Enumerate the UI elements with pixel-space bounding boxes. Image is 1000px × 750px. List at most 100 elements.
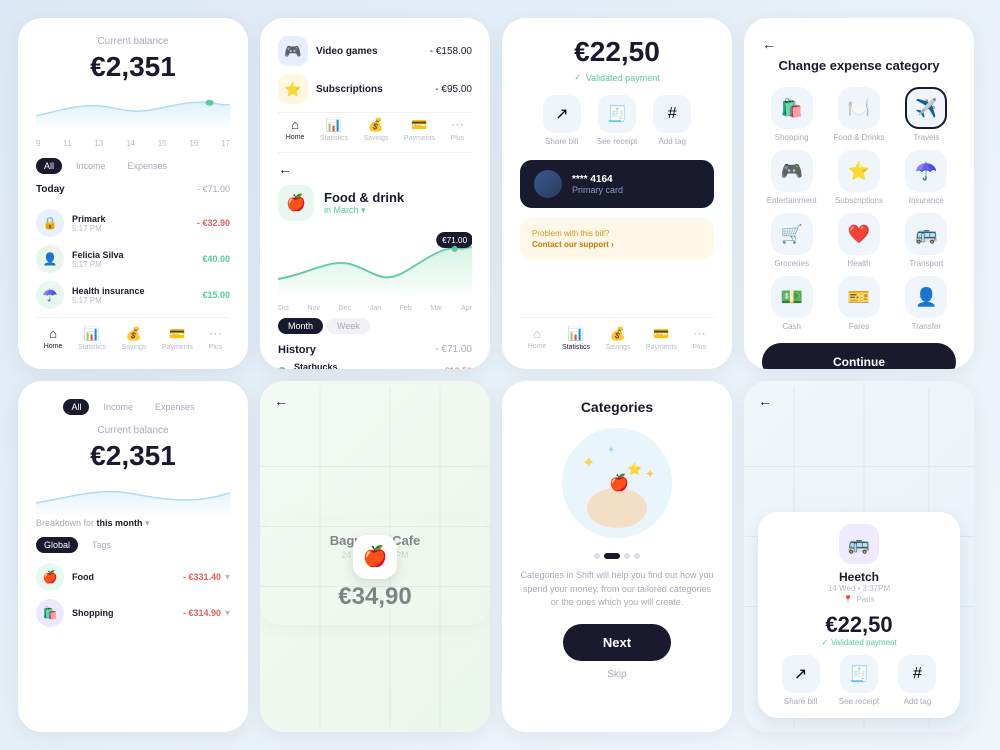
add-tag-action[interactable]: # Add tag xyxy=(653,95,691,146)
global-btn[interactable]: Global xyxy=(36,537,78,553)
dot-4 xyxy=(634,553,640,559)
cat-fares[interactable]: 🎫 Fares xyxy=(829,276,888,331)
food-drink-subtitle: in March ▾ xyxy=(324,205,404,216)
stats-card: 🎮 Video games - €158.00 ⭐ Subscriptions … xyxy=(260,18,490,369)
filter2-expenses[interactable]: Expenses xyxy=(147,399,203,415)
heetch-validated: ✓ Validated payment xyxy=(772,638,946,647)
health-name: Health insurance xyxy=(72,286,202,296)
heetch-location: 📍 Paris xyxy=(772,595,946,604)
add-tag-icon: # xyxy=(653,95,691,133)
next-button[interactable]: Next xyxy=(563,624,671,661)
chip-number: **** 4164 xyxy=(572,174,700,185)
filter-income-btn[interactable]: Income xyxy=(68,158,114,174)
cafe-card: ← 🍎 Baguett's Cafe 24 Mar • 5:32PM 📍 Par… xyxy=(260,381,490,732)
dot-1 xyxy=(594,553,600,559)
nav-statistics[interactable]: 📊 Statistics xyxy=(78,326,106,351)
cat-transport[interactable]: 🚌 Transport xyxy=(897,213,956,268)
cat-subscriptions[interactable]: ⭐ Subscriptions xyxy=(829,150,888,205)
filter2-all[interactable]: All xyxy=(63,399,89,415)
svg-text:✦: ✦ xyxy=(582,455,595,472)
warning-link[interactable]: Contact our support › xyxy=(532,240,614,249)
top-nav-savings[interactable]: 💰Savings xyxy=(363,117,388,142)
shopping-breakdown: 🛍️ Shopping - €314.90 ▾ xyxy=(36,599,230,627)
tags-btn[interactable]: Tags xyxy=(84,537,119,553)
travels-label: Travels xyxy=(913,133,939,142)
heetch-tag-label: Add tag xyxy=(904,697,932,706)
nav-home[interactable]: ⌂ Home xyxy=(44,326,63,351)
breakdown-tabs: Global Tags xyxy=(36,537,230,553)
chip-circle xyxy=(534,170,562,198)
cash-icon: 💵 xyxy=(771,276,813,318)
pay-nav-plus[interactable]: ⋯Plus xyxy=(693,326,707,351)
pay-nav-savings[interactable]: 💰Savings xyxy=(605,326,630,351)
change-category-title: Change expense category xyxy=(762,58,956,73)
category-back-arrow[interactable]: ← xyxy=(762,36,956,52)
entertainment-icon: 🎮 xyxy=(771,150,813,192)
payment-actions: ↗ Share bill 🧾 See receipt # Add tag xyxy=(520,95,714,146)
entertainment-label: Entertainment xyxy=(767,196,817,205)
top-nav-home[interactable]: ⌂Home xyxy=(286,117,305,142)
videogames-icon: 🎮 xyxy=(278,36,308,66)
cat-transfer[interactable]: 👤 Transfer xyxy=(897,276,956,331)
shopping-breakdown-name: Shopping xyxy=(72,608,183,618)
balance-card-2: All Income Expenses Current balance €2,3… xyxy=(18,381,248,732)
nav-plus[interactable]: ⋯ Plus xyxy=(209,326,223,351)
heetch-back-arrow[interactable]: ← xyxy=(758,393,772,409)
pay-nav-stats[interactable]: 📊Statistics xyxy=(562,326,590,351)
balance2-chart xyxy=(36,478,230,518)
top-nav-plus[interactable]: ⋯Plus xyxy=(451,117,465,142)
subscriptions-row: ⭐ Subscriptions - €95.00 xyxy=(278,74,472,104)
subscriptions-cat-label: Subscriptions xyxy=(835,196,883,205)
filter-all-btn[interactable]: All xyxy=(36,158,62,174)
top-nav-payments[interactable]: 💳Payments xyxy=(404,117,435,142)
pay-nav-payments[interactable]: 💳Payments xyxy=(646,326,677,351)
filter-expenses-btn[interactable]: Expenses xyxy=(120,158,176,174)
plus-icon: ⋯ xyxy=(209,326,222,342)
subscriptions-name: Subscriptions xyxy=(316,84,435,95)
subscriptions-cat-icon: ⭐ xyxy=(838,150,880,192)
categories-illustration: ✦ ✦ ✦ 🍎 ⭐ xyxy=(557,423,677,543)
continue-button[interactable]: Continue xyxy=(762,343,956,369)
cat-cash[interactable]: 💵 Cash xyxy=(762,276,821,331)
groceries-label: Groceries xyxy=(774,259,809,268)
fares-label: Fares xyxy=(849,322,869,331)
heetch-receipt-label: See receipt xyxy=(839,697,879,706)
food-expand-icon[interactable]: ▾ xyxy=(225,572,230,583)
cat-health[interactable]: ❤️ Health xyxy=(829,213,888,268)
felicia-icon: 👤 xyxy=(36,245,64,273)
heetch-card: ← 🚌 Heetch 14 Wed • 3:37PM 📍 Paris €22,5… xyxy=(744,381,974,732)
filter2-income[interactable]: Income xyxy=(95,399,141,415)
cat-shopping[interactable]: 🛍️ Shopping xyxy=(762,87,821,142)
week-btn[interactable]: Week xyxy=(327,318,370,334)
month-btn[interactable]: Month xyxy=(278,318,323,334)
balance-label: Current balance xyxy=(36,36,230,47)
heetch-receipt-action[interactable]: 🧾 See receipt xyxy=(839,655,879,706)
see-receipt-action[interactable]: 🧾 See receipt xyxy=(597,95,637,146)
cat-entertainment[interactable]: 🎮 Entertainment xyxy=(762,150,821,205)
videogames-amount: - €158.00 xyxy=(430,46,472,57)
shopping-expand-icon[interactable]: ▾ xyxy=(225,608,230,619)
pay-nav-home[interactable]: ⌂Home xyxy=(528,326,547,351)
warning-box: Problem with this bill? Contact our supp… xyxy=(520,218,714,260)
health-amount: €15.00 xyxy=(202,290,230,300)
cat-insurance[interactable]: ☂️ Insurance xyxy=(897,150,956,205)
cat-food-drinks[interactable]: 🍽️ Food & Drinks xyxy=(829,87,888,142)
share-bill-action[interactable]: ↗ Share bill xyxy=(543,95,581,146)
primark-time: 5:17 PM xyxy=(72,224,197,233)
heetch-share-action[interactable]: ↗ Share bill xyxy=(782,655,820,706)
history-total: - €71.00 xyxy=(435,344,472,356)
skip-link[interactable]: Skip xyxy=(607,669,626,680)
back-arrow[interactable]: ← xyxy=(278,161,472,177)
top-nav-stats[interactable]: 📊Statistics xyxy=(320,117,348,142)
cat-travels[interactable]: ✈️ Travels xyxy=(897,87,956,142)
nav-payments[interactable]: 💳 Payments xyxy=(162,326,193,351)
payments-icon: 💳 xyxy=(169,326,185,342)
heetch-tag-action[interactable]: # Add tag xyxy=(898,655,936,706)
groceries-icon: 🛒 xyxy=(771,213,813,255)
starbucks-amount: - €16.50 xyxy=(439,366,472,370)
cafe-back-arrow[interactable]: ← xyxy=(274,393,288,409)
heetch-receipt-icon: 🧾 xyxy=(840,655,878,693)
nav-savings[interactable]: 💰 Savings xyxy=(121,326,146,351)
cat-groceries[interactable]: 🛒 Groceries xyxy=(762,213,821,268)
primark-icon: 🔒 xyxy=(36,209,64,237)
